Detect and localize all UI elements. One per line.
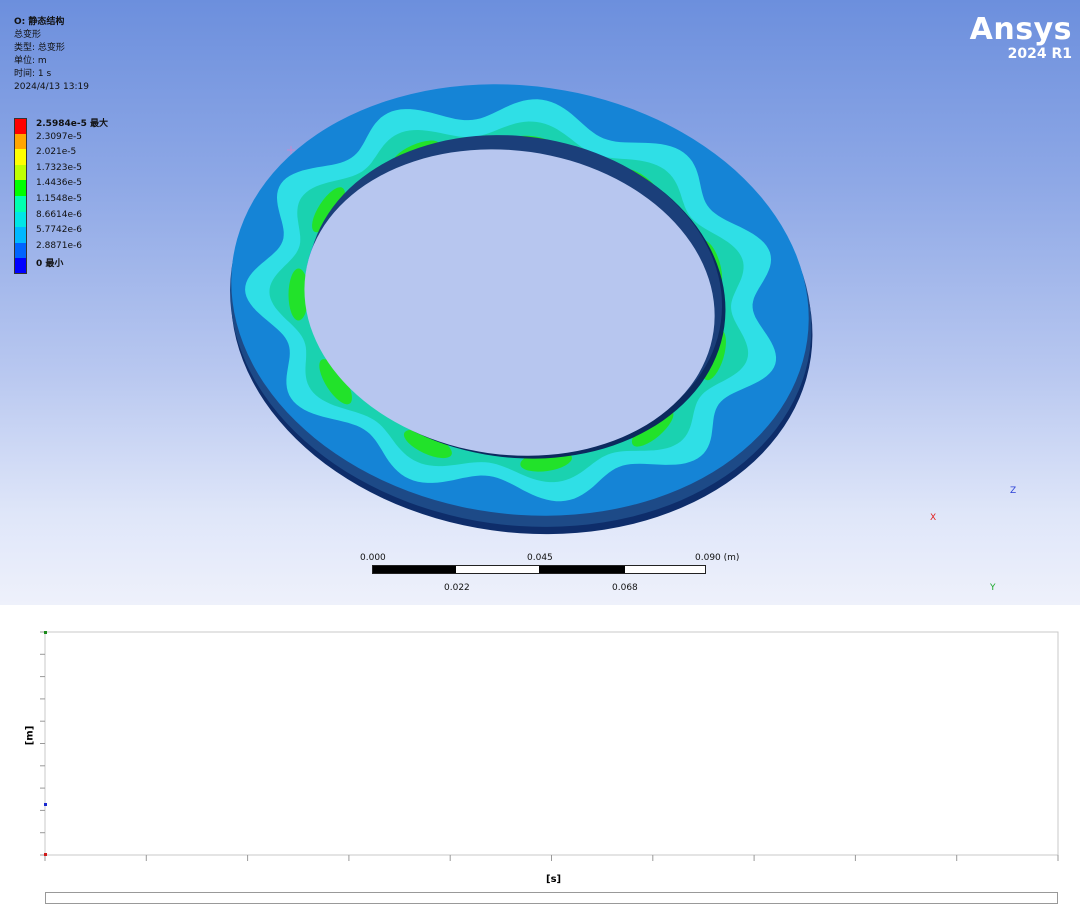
legend-label: 1.7323e-5 [36,162,83,173]
legend-label: 1.1548e-5 [36,193,83,204]
legend-label: 5.7742e-6 [36,225,83,236]
result-name: 总变形 [14,30,42,40]
scale-label-068: 0.068 [612,583,638,593]
legend-label: 2.3097e-5 [36,131,83,142]
scale-ruler: 0.000 0.045 0.090 (m) 0.022 0.068 [360,552,740,596]
legend-label: 2.8871e-6 [36,240,83,251]
legend-label: 0 最小 [36,259,64,270]
legend-swatch [14,195,27,212]
graph-y-ticks [40,631,45,856]
crosshair-icon [287,146,295,154]
result-date: 2024/4/13 13:19 [14,82,89,92]
result-title: O: 静态结构 [14,17,65,27]
legend-swatch [14,242,27,259]
graph-y-label: [m] [24,725,36,746]
legend-label: 2.021e-5 [36,147,77,158]
graph-marker-top [44,631,47,634]
ansys-logo: Ansys 2024 R1 [969,12,1072,63]
ring-model[interactable] [0,0,1080,605]
legend-swatch [14,164,27,181]
graph-marker-bottom [44,853,47,856]
result-time: 时间: 1 s [14,69,52,79]
legend-swatch [14,227,27,243]
result-unit: 单位: m [14,56,47,66]
graphics-viewport[interactable]: O: 静态结构 总变形 类型: 总变形 单位: m 时间: 1 s 2024/4… [0,0,1080,605]
scale-seg-1 [373,566,456,573]
scale-label-045: 0.045 [527,553,553,563]
legend-label: 1.4436e-5 [36,178,83,189]
axis-y-label: Y [990,583,996,593]
legend-swatch [14,258,27,274]
graph-plot-area[interactable] [44,631,1059,856]
scale-label-090: 0.090 (m) [695,553,740,563]
legend-swatch [14,118,27,134]
axis-z-label: Z [1010,486,1017,496]
result-info: O: 静态结构 总变形 类型: 总变形 单位: m 时间: 1 s 2024/4… [14,16,89,94]
scale-seg-3 [539,566,625,573]
legend-swatch [14,133,27,150]
time-slider[interactable] [45,892,1058,904]
scale-label-0: 0.000 [360,553,386,563]
logo-version: 2024 R1 [1007,46,1072,62]
legend-label: 2.5984e-5 最大 [36,119,108,129]
legend-swatch [14,211,27,228]
graph-panel[interactable] [0,605,1080,916]
logo-brand: Ansys [969,12,1072,47]
graph-x-label: [s] [546,874,562,885]
graph-x-ticks [44,855,1059,861]
legend-swatch [14,149,27,165]
scale-bar [372,565,706,574]
scale-label-022: 0.022 [444,583,470,593]
graph-marker-mid [44,803,47,806]
legend-label: 8.6614e-6 [36,209,83,220]
axis-x-label: X [930,513,937,523]
legend-swatch [14,180,27,196]
result-type: 类型: 总变形 [14,43,65,53]
